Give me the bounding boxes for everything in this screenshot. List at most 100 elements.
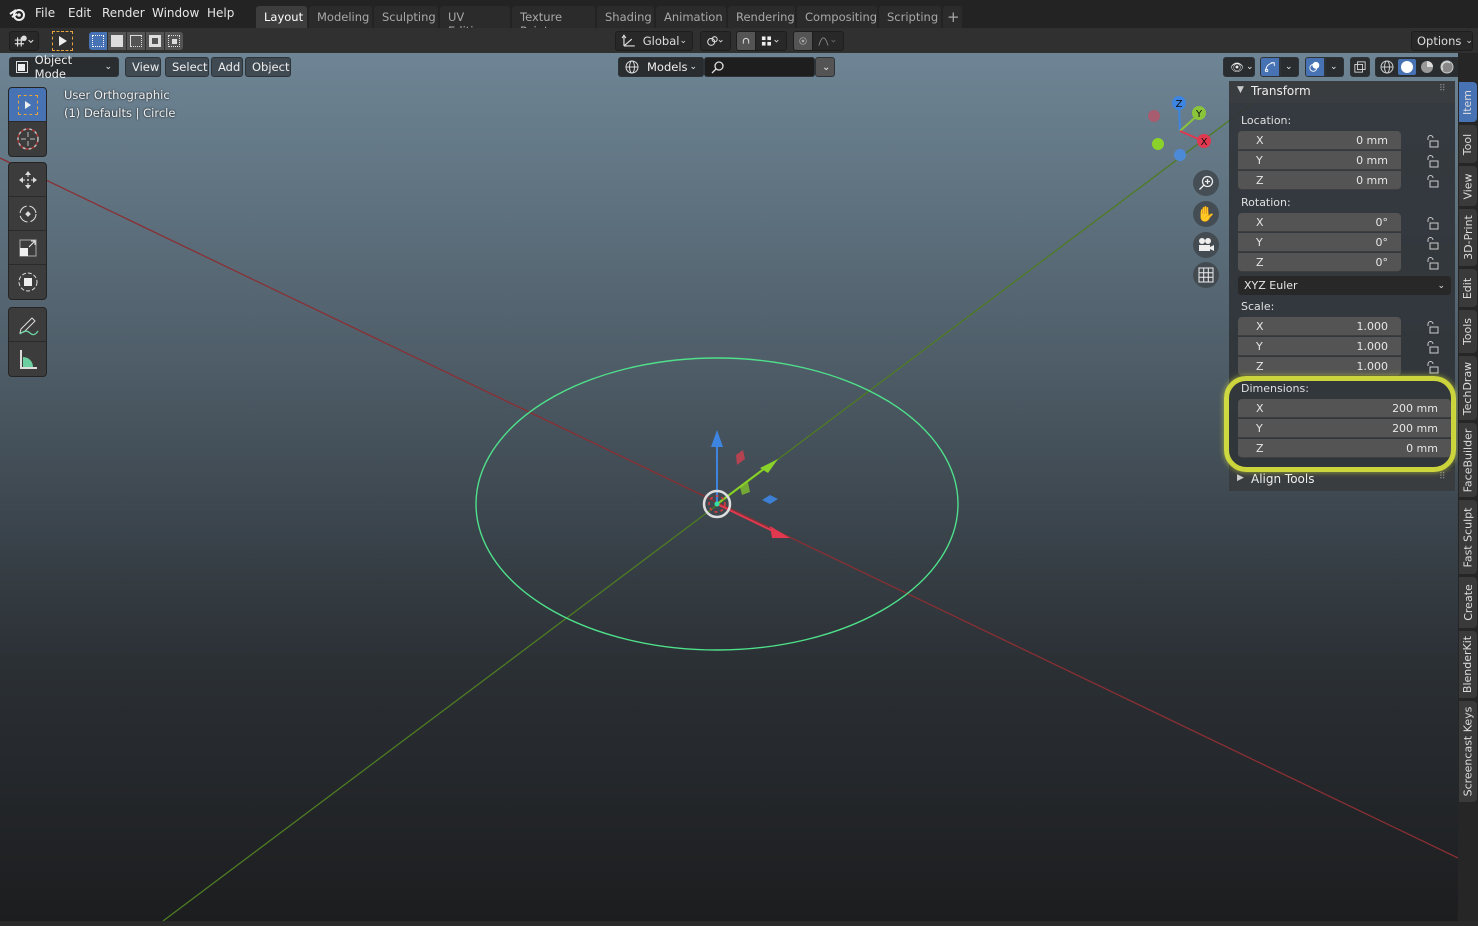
material-shading-button[interactable] — [1418, 59, 1436, 75]
tool-cursor[interactable] — [9, 122, 46, 156]
tab-sculpting[interactable]: Sculpting — [374, 6, 438, 28]
tool-select-box[interactable] — [9, 88, 46, 122]
sidebar-tab-3d-print[interactable]: 3D-Print — [1459, 209, 1477, 266]
navigation-gizmo[interactable]: Z Y X — [1148, 96, 1211, 161]
menu-add[interactable]: Add — [211, 57, 243, 77]
gizmo-xy-plane[interactable] — [762, 495, 778, 504]
sidebar-tab-view[interactable]: View — [1459, 166, 1477, 206]
tool-rotate[interactable] — [9, 197, 46, 231]
sidebar-tab-blenderkit[interactable]: BlenderKit — [1459, 631, 1477, 698]
pivot-point-dropdown[interactable] — [700, 31, 731, 51]
tab-compositing[interactable]: Compositing — [797, 6, 877, 28]
tab-texture-paint[interactable]: Texture Paint — [512, 6, 595, 38]
gizmo-xz-plane[interactable] — [736, 450, 745, 465]
rotation-x-field[interactable]: X 0° — [1238, 213, 1401, 232]
drag-handle-icon[interactable]: ⠿ — [1439, 84, 1446, 94]
transform-panel-header[interactable]: ▼ Transform ⠿ — [1229, 81, 1455, 103]
menu-edit[interactable]: Edit — [68, 6, 91, 20]
menu-object[interactable]: Object — [245, 57, 291, 77]
location-z-field[interactable]: Z 0 mm — [1238, 171, 1401, 190]
scale-z-field[interactable]: Z 1.000 — [1238, 357, 1401, 376]
xray-toggle[interactable] — [1350, 57, 1370, 77]
lock-location-z-icon[interactable] — [1425, 174, 1439, 188]
gizmo-x-arrow[interactable] — [770, 526, 790, 538]
tool-measure[interactable] — [9, 342, 46, 376]
tab-uv-editing[interactable]: UV Editing — [440, 6, 510, 38]
sidebar-tab-screencast-keys[interactable]: Screencast Keys — [1459, 701, 1477, 802]
menu-file[interactable]: File — [35, 6, 55, 20]
scale-x-field[interactable]: X 1.000 — [1238, 317, 1401, 336]
search-field[interactable] — [704, 57, 815, 77]
rotation-mode-dropdown[interactable]: XYZ Euler ⌄ — [1238, 276, 1451, 295]
lock-location-y-icon[interactable] — [1425, 154, 1439, 168]
lock-scale-z-icon[interactable] — [1425, 360, 1439, 374]
sidebar-tab-create[interactable]: Create — [1459, 577, 1477, 628]
select-tool-button[interactable] — [52, 31, 73, 51]
overlays-options-dropdown[interactable]: ⌄ — [1325, 57, 1344, 77]
sidebar-tab-item[interactable]: Item — [1459, 82, 1477, 122]
select-invert-button[interactable] — [146, 32, 164, 50]
location-x-field[interactable]: X 0 mm — [1238, 131, 1401, 150]
gizmo-neg-x[interactable] — [1148, 110, 1160, 122]
sidebar-tab-facebuilder[interactable]: FaceBuilder — [1459, 423, 1477, 497]
sidebar-tab-techdraw[interactable]: TechDraw — [1459, 356, 1477, 420]
tool-scale[interactable] — [9, 231, 46, 265]
menu-view[interactable]: View — [125, 57, 161, 77]
overlays-toggle[interactable] — [1305, 57, 1325, 77]
menu-help[interactable]: Help — [207, 6, 234, 20]
collection-filter-dropdown[interactable]: Models ⌄ — [618, 57, 704, 77]
select-intersect-button[interactable] — [165, 32, 183, 50]
lock-rotation-z-icon[interactable] — [1425, 256, 1439, 270]
tool-move[interactable] — [9, 163, 46, 197]
editor-type-button[interactable] — [9, 31, 39, 51]
solid-shading-button[interactable] — [1398, 59, 1416, 75]
location-y-field[interactable]: Y 0 mm — [1238, 151, 1401, 170]
sidebar-tab-edit[interactable]: Edit — [1459, 269, 1477, 307]
lock-rotation-x-icon[interactable] — [1425, 216, 1439, 230]
tab-rendering[interactable]: Rendering — [728, 6, 795, 28]
tab-animation[interactable]: Animation — [656, 6, 726, 28]
gizmo-neg-z[interactable] — [1174, 149, 1186, 161]
rotation-z-field[interactable]: Z 0° — [1238, 253, 1401, 272]
menu-window[interactable]: Window — [152, 6, 199, 20]
transform-orientation-dropdown[interactable]: Global ⌄ — [615, 31, 693, 51]
zoom-view-button[interactable] — [1193, 170, 1219, 196]
proportional-editing-toggle[interactable] — [793, 31, 813, 51]
snap-toggle[interactable] — [736, 31, 756, 51]
select-subtract-button[interactable] — [127, 32, 145, 50]
transform-gizmo[interactable] — [702, 430, 790, 538]
tab-scripting[interactable]: Scripting — [879, 6, 941, 28]
sidebar-tab-tool[interactable]: Tool — [1459, 125, 1477, 163]
tool-transform[interactable] — [9, 265, 46, 299]
gizmo-yz-plane[interactable] — [740, 482, 750, 495]
options-dropdown[interactable]: Options ⌄ — [1411, 31, 1473, 51]
select-new-button[interactable] — [89, 32, 107, 50]
snap-target-dropdown[interactable] — [755, 31, 787, 51]
menu-select[interactable]: Select — [165, 57, 209, 77]
tab-shading[interactable]: Shading — [597, 6, 654, 28]
proportional-falloff-dropdown[interactable] — [812, 31, 844, 51]
drag-handle-icon[interactable]: ⠿ — [1439, 472, 1446, 482]
rendered-shading-button[interactable] — [1438, 59, 1456, 75]
blender-logo-icon[interactable] — [9, 6, 27, 22]
scale-y-field[interactable]: Y 1.000 — [1238, 337, 1401, 356]
sidebar-tab-fast-sculpt[interactable]: Fast Sculpt — [1459, 500, 1477, 574]
add-workspace-button[interactable]: + — [943, 6, 962, 28]
lock-location-x-icon[interactable] — [1425, 134, 1439, 148]
toggle-ortho-button[interactable] — [1193, 262, 1219, 288]
gizmo-options-dropdown[interactable]: ⌄ — [1280, 57, 1299, 77]
object-visibility-dropdown[interactable]: 👁 ⌄ — [1223, 57, 1255, 77]
pan-view-button[interactable]: ✋ — [1193, 201, 1219, 227]
tab-modeling[interactable]: Modeling — [309, 6, 372, 28]
gizmo-z-arrow[interactable] — [711, 430, 723, 447]
rotation-y-field[interactable]: Y 0° — [1238, 233, 1401, 252]
search-options-button[interactable]: ⌄ — [815, 57, 835, 77]
lock-scale-y-icon[interactable] — [1425, 340, 1439, 354]
menu-render[interactable]: Render — [102, 6, 145, 20]
align-tools-panel-header[interactable]: ▶ Align Tools ⠿ — [1229, 469, 1455, 491]
gizmo-toggle[interactable] — [1260, 57, 1280, 77]
mode-dropdown[interactable]: Object Mode ⌄ — [9, 53, 119, 81]
sidebar-tab-tools[interactable]: Tools — [1459, 310, 1477, 353]
tab-layout[interactable]: Layout — [256, 6, 307, 28]
lock-scale-x-icon[interactable] — [1425, 320, 1439, 334]
